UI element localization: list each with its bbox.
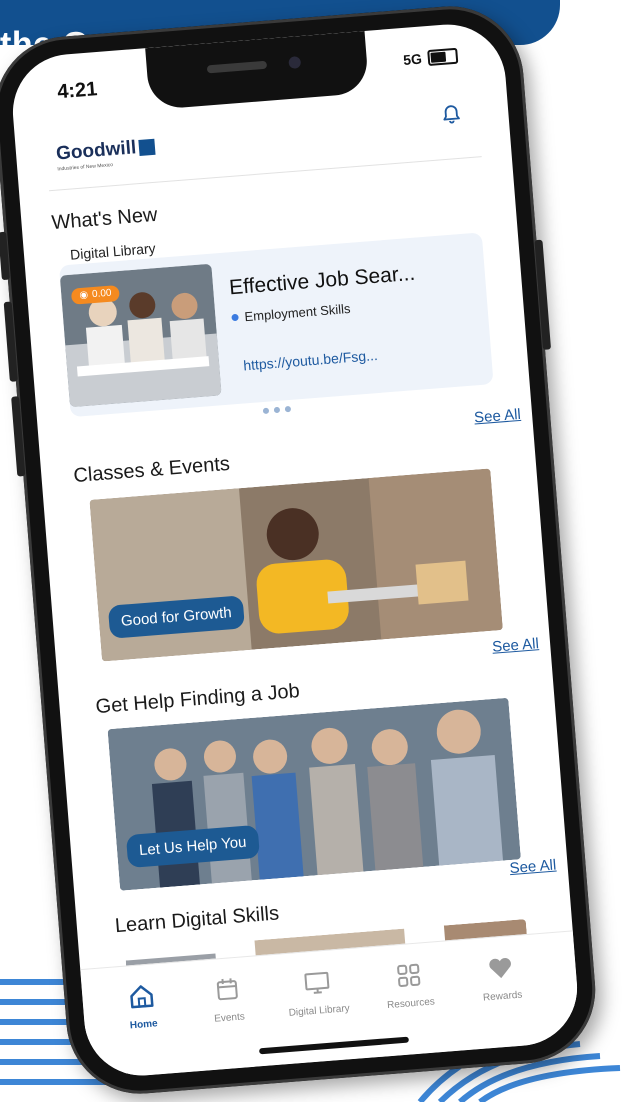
tab-label-resources: Resources bbox=[386, 996, 436, 1012]
category-label: Employment Skills bbox=[243, 300, 352, 325]
coin-icon: ◉ bbox=[78, 289, 89, 302]
digital-skills-title: Learn Digital Skills bbox=[114, 902, 280, 938]
grid-icon bbox=[397, 963, 421, 987]
tab-resources[interactable]: Resources bbox=[363, 957, 457, 1013]
heart-icon bbox=[489, 958, 511, 979]
tab-events[interactable]: Events bbox=[181, 971, 275, 1027]
home-icon bbox=[130, 985, 154, 1009]
network-label: 5G bbox=[402, 50, 423, 68]
tab-label-events: Events bbox=[213, 1011, 246, 1025]
battery-icon bbox=[427, 47, 459, 67]
monitor-icon bbox=[304, 971, 330, 994]
job-help-title: Get Help Finding a Job bbox=[94, 680, 301, 719]
phone-mockup: 4:21 5G Goodwill Industries of New Mexic… bbox=[0, 0, 601, 1100]
speaker bbox=[206, 60, 268, 74]
card-title: Effective Job Sear... bbox=[228, 261, 416, 300]
bell-icon[interactable] bbox=[439, 102, 463, 128]
tab-label-digital-library: Digital Library bbox=[288, 1003, 351, 1019]
status-time: 4:21 bbox=[56, 78, 99, 104]
tab-label-rewards: Rewards bbox=[482, 989, 523, 1004]
home-indicator[interactable] bbox=[258, 1036, 409, 1055]
tab-home[interactable]: Home bbox=[96, 978, 190, 1034]
whats-new-title: What's New bbox=[50, 203, 159, 235]
app-screen: 4:21 5G Goodwill Industries of New Mexic… bbox=[8, 20, 582, 1080]
classes-events-banner[interactable]: Good for Growth bbox=[89, 468, 503, 662]
tab-label-home: Home bbox=[129, 1018, 159, 1032]
classes-see-all-link[interactable]: See All bbox=[474, 406, 522, 427]
card-thumbnail: ◉ 0.00 bbox=[59, 263, 222, 408]
tab-rewards[interactable]: Rewards bbox=[454, 950, 548, 1006]
logo-mark-icon bbox=[138, 138, 156, 156]
card-category: Employment Skills bbox=[231, 301, 351, 325]
jobs-see-all-link[interactable]: See All bbox=[492, 635, 540, 656]
classes-events-title: Classes & Events bbox=[72, 452, 231, 488]
thumbnail-image bbox=[59, 263, 222, 408]
goodwill-logo[interactable]: Goodwill Industries of New Mexico bbox=[55, 136, 156, 172]
digital-see-all-link[interactable]: See All bbox=[509, 857, 557, 878]
category-dot-icon bbox=[231, 313, 239, 322]
job-help-banner[interactable]: Let Us Help You bbox=[107, 697, 521, 891]
status-indicators: 5G bbox=[402, 47, 459, 68]
home-feed[interactable]: What's New Digital Library ◉ 0.00 Effect… bbox=[19, 158, 572, 971]
whats-new-card[interactable]: ◉ 0.00 Effective Job Sear... Employment … bbox=[58, 232, 494, 418]
price-value: 0.00 bbox=[91, 287, 112, 301]
carousel-pager[interactable] bbox=[262, 405, 292, 415]
card-link[interactable]: https://youtu.be/Fsg... bbox=[243, 347, 378, 374]
tab-digital-library[interactable]: Digital Library bbox=[271, 964, 365, 1020]
front-camera bbox=[288, 56, 302, 69]
calendar-icon bbox=[216, 978, 238, 1001]
